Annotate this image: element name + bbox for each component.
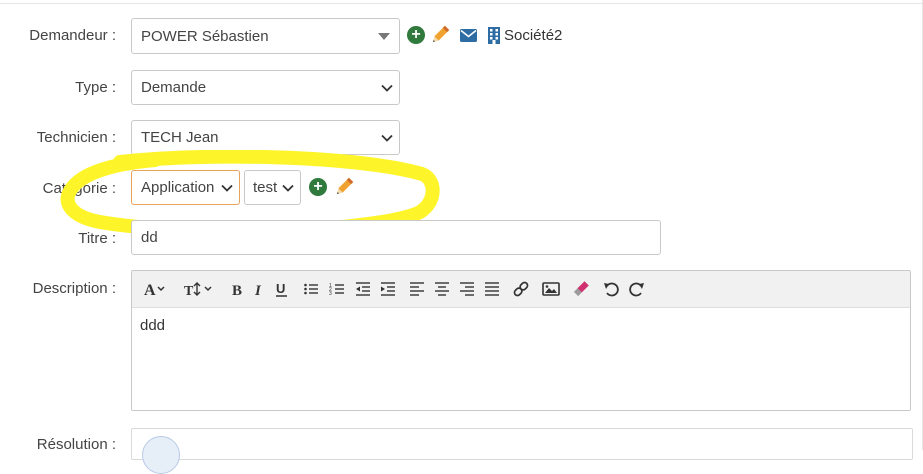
font-icon[interactable]: A [143, 280, 169, 298]
svg-text:A: A [144, 282, 156, 298]
technician-select[interactable]: TECH Jean [131, 120, 400, 155]
avatar [142, 436, 180, 474]
add-requester-plus-icon[interactable]: + [407, 26, 425, 44]
technician-value: TECH Jean [141, 129, 219, 146]
bullet-list-icon[interactable] [303, 280, 319, 298]
resolution-box[interactable] [131, 428, 913, 460]
editor-content: ddd [140, 317, 166, 334]
numbered-list-icon[interactable]: 123 [329, 280, 345, 298]
type-label: Type : [75, 79, 116, 96]
add-category-plus-icon[interactable]: + [309, 178, 327, 196]
svg-text:T: T [184, 284, 194, 298]
eraser-icon[interactable] [572, 280, 590, 298]
subcategory-value: test [253, 179, 278, 196]
link-icon[interactable] [512, 280, 530, 298]
align-center-icon[interactable] [434, 280, 450, 298]
justify-icon[interactable] [484, 280, 500, 298]
top-divider [0, 0, 923, 4]
bold-icon[interactable]: B [229, 280, 245, 298]
outdent-icon[interactable] [355, 280, 371, 298]
dropdown-caret-icon [378, 33, 390, 40]
type-value: Demande [141, 79, 207, 96]
title-input[interactable]: dd [131, 220, 661, 255]
description-editor[interactable]: A T B I U 123 ddd [131, 270, 911, 411]
email-envelope-icon[interactable] [460, 29, 477, 42]
italic-icon[interactable]: I [251, 280, 267, 298]
edit-category-pencil-icon[interactable] [333, 176, 355, 198]
underline-icon[interactable]: U [274, 280, 290, 298]
image-icon[interactable] [542, 280, 560, 298]
type-select[interactable]: Demande [131, 70, 400, 105]
chevron-down-icon [381, 84, 393, 92]
requester-value: POWER Sébastien [141, 27, 269, 45]
svg-text:3: 3 [329, 291, 332, 297]
align-left-icon[interactable] [409, 280, 425, 298]
company-name[interactable]: Société2 [504, 27, 562, 44]
chevron-down-icon [381, 134, 393, 142]
edit-requester-pencil-icon[interactable] [429, 24, 451, 46]
text-height-icon[interactable]: T [183, 280, 217, 298]
align-right-icon[interactable] [459, 280, 475, 298]
chevron-down-icon [221, 184, 233, 192]
editor-toolbar: A T B I U 123 [132, 271, 910, 308]
technician-label: Technicien : [36, 129, 116, 146]
category-label: Catégorie : [42, 180, 116, 197]
svg-text:I: I [254, 283, 262, 298]
description-label: Description : [32, 280, 116, 297]
indent-icon[interactable] [380, 280, 396, 298]
svg-text:U: U [276, 281, 285, 296]
category-select[interactable]: Application [131, 170, 240, 205]
requester-select[interactable]: POWER Sébastien [131, 18, 400, 54]
title-value: dd [141, 229, 158, 246]
redo-icon[interactable] [629, 280, 645, 298]
chevron-down-icon [282, 184, 294, 192]
undo-icon[interactable] [603, 280, 619, 298]
subcategory-select[interactable]: test [244, 170, 301, 205]
svg-text:B: B [232, 283, 242, 298]
category-value: Application [141, 179, 215, 196]
title-label: Titre : [78, 230, 116, 247]
requester-label: Demandeur : [29, 27, 116, 44]
building-icon [488, 27, 500, 44]
resolution-label: Résolution : [36, 436, 116, 453]
